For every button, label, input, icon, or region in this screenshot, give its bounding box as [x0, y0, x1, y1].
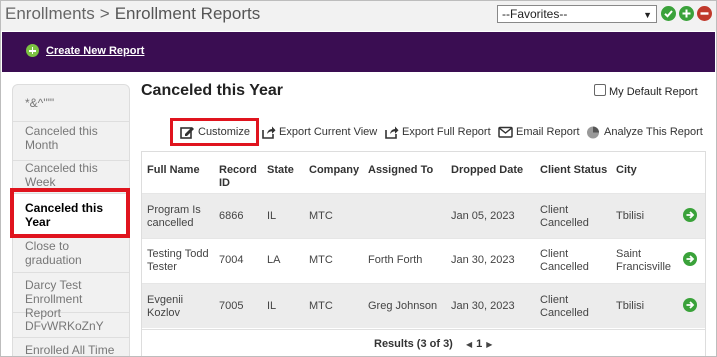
plus-icon	[682, 9, 691, 18]
cell-assigned-to: Forth Forth	[368, 254, 423, 266]
analyze-report-button[interactable]: Analyze This Report	[586, 125, 703, 139]
export-icon	[385, 126, 399, 139]
table-row[interactable]: Testing Todd Tester 7004 LA MTC Forth Fo…	[142, 238, 705, 283]
cell-state: LA	[267, 254, 281, 266]
table-row[interactable]: Program Is cancelled 6866 IL MTC Jan 05,…	[142, 193, 705, 238]
add-favorite-button[interactable]	[679, 6, 694, 21]
sidebar-item-label: *&^'""	[25, 96, 55, 110]
sidebar-item-dfvwrkoznly[interactable]: DFvWRKoZnY	[13, 313, 129, 338]
cell-city: Tbilisi	[616, 210, 645, 222]
sidebar-item-label: Close to graduation	[25, 239, 82, 267]
column-header[interactable]: State	[267, 164, 294, 177]
table-footer: Results (3 of 3) ◀ 1 ▶	[142, 329, 705, 356]
pie-chart-icon	[587, 126, 599, 139]
export-current-view-label: Export Current View	[279, 126, 378, 138]
breadcrumb: Enrollments > Enrollment Reports	[5, 4, 260, 24]
column-header[interactable]: Full Name	[147, 164, 200, 177]
action-banner: Create New Report	[2, 32, 715, 72]
export-current-view-button[interactable]: Export Current View	[261, 125, 377, 139]
table-row[interactable]: Evgenii Kozlov 7005 IL MTC Greg Johnson …	[142, 283, 705, 328]
app-frame: Enrollments > Enrollment Reports --Favorit…	[0, 0, 717, 357]
sidebar-item-close-graduation[interactable]: Close to graduation	[13, 235, 129, 273]
breadcrumb-current: Enrollment Reports	[114, 4, 261, 23]
default-report-label: My Default Report	[609, 86, 698, 98]
export-full-report-button[interactable]: Export Full Report	[384, 125, 491, 139]
cell-client-status: Client Cancelled	[540, 248, 589, 273]
cell-dropped-date: Jan 05, 2023	[451, 210, 515, 222]
cell-record-id: 7004	[219, 254, 244, 266]
sidebar-item-enrolled-all-time[interactable]: Enrolled All Time	[13, 338, 129, 357]
email-report-button[interactable]: Email Report	[498, 125, 580, 139]
cell-full-name: Evgenii Kozlov	[147, 294, 184, 319]
column-header[interactable]: Assigned To	[368, 164, 433, 177]
sidebar-item-label: Canceled this Month	[25, 124, 98, 152]
sidebar-item-special[interactable]: *&^'""	[13, 85, 129, 122]
current-page[interactable]: 1	[476, 338, 482, 350]
plus-circle-icon	[26, 44, 39, 57]
create-new-report-label: Create New Report	[46, 44, 145, 57]
top-bar: Enrollments > Enrollment Reports --Favorit…	[1, 1, 716, 31]
cell-full-name: Testing Todd Tester	[147, 248, 209, 273]
chevron-down-icon: ▼	[643, 10, 652, 20]
cell-record-id: 6866	[219, 210, 244, 222]
breadcrumb-separator: >	[99, 4, 110, 23]
cell-assigned-to: Greg Johnson	[368, 300, 438, 312]
customize-button[interactable]: Customize	[180, 125, 250, 139]
export-icon	[262, 126, 276, 139]
confirm-favorite-button[interactable]	[661, 6, 676, 21]
column-header[interactable]: Company	[309, 164, 359, 177]
cell-client-status: Client Cancelled	[540, 294, 589, 319]
email-report-label: Email Report	[516, 126, 580, 138]
next-page-icon[interactable]: ▶	[486, 340, 492, 349]
cell-state: IL	[267, 210, 277, 222]
sidebar-item-canceled-month[interactable]: Canceled this Month	[13, 122, 129, 161]
cell-dropped-date: Jan 30, 2023	[451, 300, 515, 312]
column-header[interactable]: Record ID	[219, 164, 259, 190]
column-header[interactable]: City	[616, 164, 637, 177]
prev-page-icon[interactable]: ◀	[466, 340, 472, 349]
cell-record-id: 7005	[219, 300, 244, 312]
cell-full-name: Program Is cancelled	[147, 204, 201, 229]
cell-city: Tbilisi	[616, 300, 645, 312]
column-header[interactable]: Dropped Date	[451, 164, 523, 177]
envelope-icon	[498, 126, 513, 138]
cell-state: IL	[267, 300, 277, 312]
arrow-right-icon[interactable]	[683, 298, 697, 312]
sidebar-item-darcy-test[interactable]: Darcy Test Enrollment Report	[13, 273, 129, 320]
cell-client-status: Client Cancelled	[540, 204, 589, 229]
arrow-right-icon[interactable]	[683, 252, 697, 266]
cell-dropped-date: Jan 30, 2023	[451, 254, 515, 266]
arrow-right-icon[interactable]	[683, 208, 697, 222]
pagination: ◀ 1 ▶	[462, 338, 496, 350]
cell-company: MTC	[309, 300, 333, 312]
column-header[interactable]: Client Status	[540, 164, 607, 177]
results-count: Results (3 of 3)	[374, 338, 453, 350]
edit-icon	[180, 127, 194, 139]
sidebar-item-label: Canceled this Week	[25, 161, 98, 189]
remove-favorite-button[interactable]	[697, 6, 712, 21]
active-item-highlight	[10, 188, 130, 238]
export-full-report-label: Export Full Report	[402, 126, 491, 138]
customize-label: Customize	[198, 126, 250, 138]
check-icon	[664, 10, 673, 18]
favorites-selected-value: --Favorites--	[502, 7, 568, 21]
page-title: Canceled this Year	[141, 82, 283, 99]
sidebar-item-label: DFvWRKoZnY	[25, 319, 104, 333]
cell-company: MTC	[309, 254, 333, 266]
minus-icon	[700, 12, 709, 15]
breadcrumb-parent[interactable]: Enrollments	[5, 4, 95, 23]
report-table: Full Name Record ID State Company Assign…	[141, 151, 706, 356]
default-report-checkbox[interactable]	[594, 84, 606, 96]
cell-city: Saint Francisville	[616, 248, 672, 273]
sidebar-item-label: Enrolled All Time	[25, 343, 115, 357]
cell-company: MTC	[309, 210, 333, 222]
favorites-select[interactable]: --Favorites-- ▼	[497, 5, 657, 23]
analyze-report-label: Analyze This Report	[604, 126, 703, 138]
default-report-toggle[interactable]: My Default Report	[594, 84, 698, 98]
create-new-report-link[interactable]: Create New Report	[26, 44, 144, 57]
